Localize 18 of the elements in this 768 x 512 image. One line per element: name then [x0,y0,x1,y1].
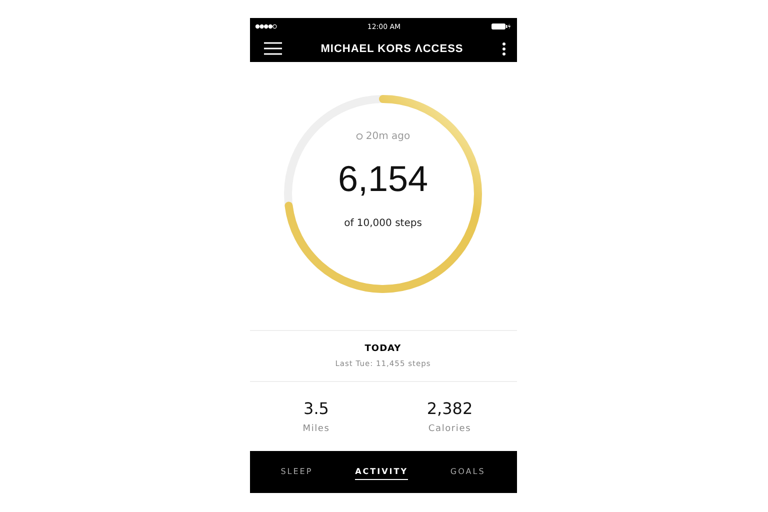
step-goal: of 10,000 steps [344,218,422,229]
stat-value: 2,382 [426,399,473,418]
step-count: 6,154 [338,158,428,200]
stat-label: Miles [302,424,330,434]
nav-tab[interactable]: SLEEP [280,464,313,480]
sync-time: 20m ago [366,131,410,142]
nav-tab[interactable]: ACTIVITY [355,464,408,480]
signal-icon [254,24,276,29]
menu-icon [264,42,282,55]
nav-tab[interactable]: GOALS [450,464,486,480]
app-title: MICHAEL KORS ΛCCESS [320,42,464,54]
more-button[interactable] [502,42,506,56]
more-icon [502,42,506,56]
day-title: TODAY [364,344,402,354]
stat-label: Calories [428,424,472,434]
menu-button[interactable] [264,42,282,55]
battery-icon [491,23,512,30]
stat-value: 3.5 [304,399,329,418]
